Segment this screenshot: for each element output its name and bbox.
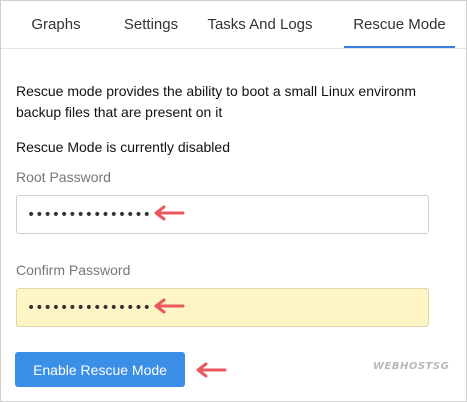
arrow-left-icon xyxy=(154,298,185,314)
rescue-mode-panel: Graphs Settings Tasks And Logs Rescue Mo… xyxy=(0,0,467,402)
arrow-left-icon xyxy=(154,205,185,221)
confirm-password-field[interactable] xyxy=(16,288,429,327)
rescue-status-text: Rescue Mode is currently disabled xyxy=(16,139,230,155)
rescue-description-line1: Rescue mode provides the ability to boot… xyxy=(16,83,416,99)
rescue-description-line2: backup files that are present on it xyxy=(16,104,223,120)
enable-rescue-mode-button[interactable]: Enable Rescue Mode xyxy=(15,352,185,387)
tab-graphs[interactable]: Graphs xyxy=(19,1,93,48)
arrow-left-icon xyxy=(196,362,227,378)
confirm-password-label: Confirm Password xyxy=(16,262,131,278)
rescue-description: Rescue mode provides the ability to boot… xyxy=(16,81,466,123)
tab-rescue-mode[interactable]: Rescue Mode xyxy=(344,1,455,48)
tab-bar: Graphs Settings Tasks And Logs Rescue Mo… xyxy=(1,1,466,49)
tab-settings[interactable]: Settings xyxy=(114,1,188,48)
tab-tasks-and-logs[interactable]: Tasks And Logs xyxy=(202,1,318,48)
webhostsg-watermark-logo: WEBHOSTSG xyxy=(373,361,450,372)
root-password-label: Root Password xyxy=(16,169,111,185)
root-password-field[interactable] xyxy=(16,195,429,234)
